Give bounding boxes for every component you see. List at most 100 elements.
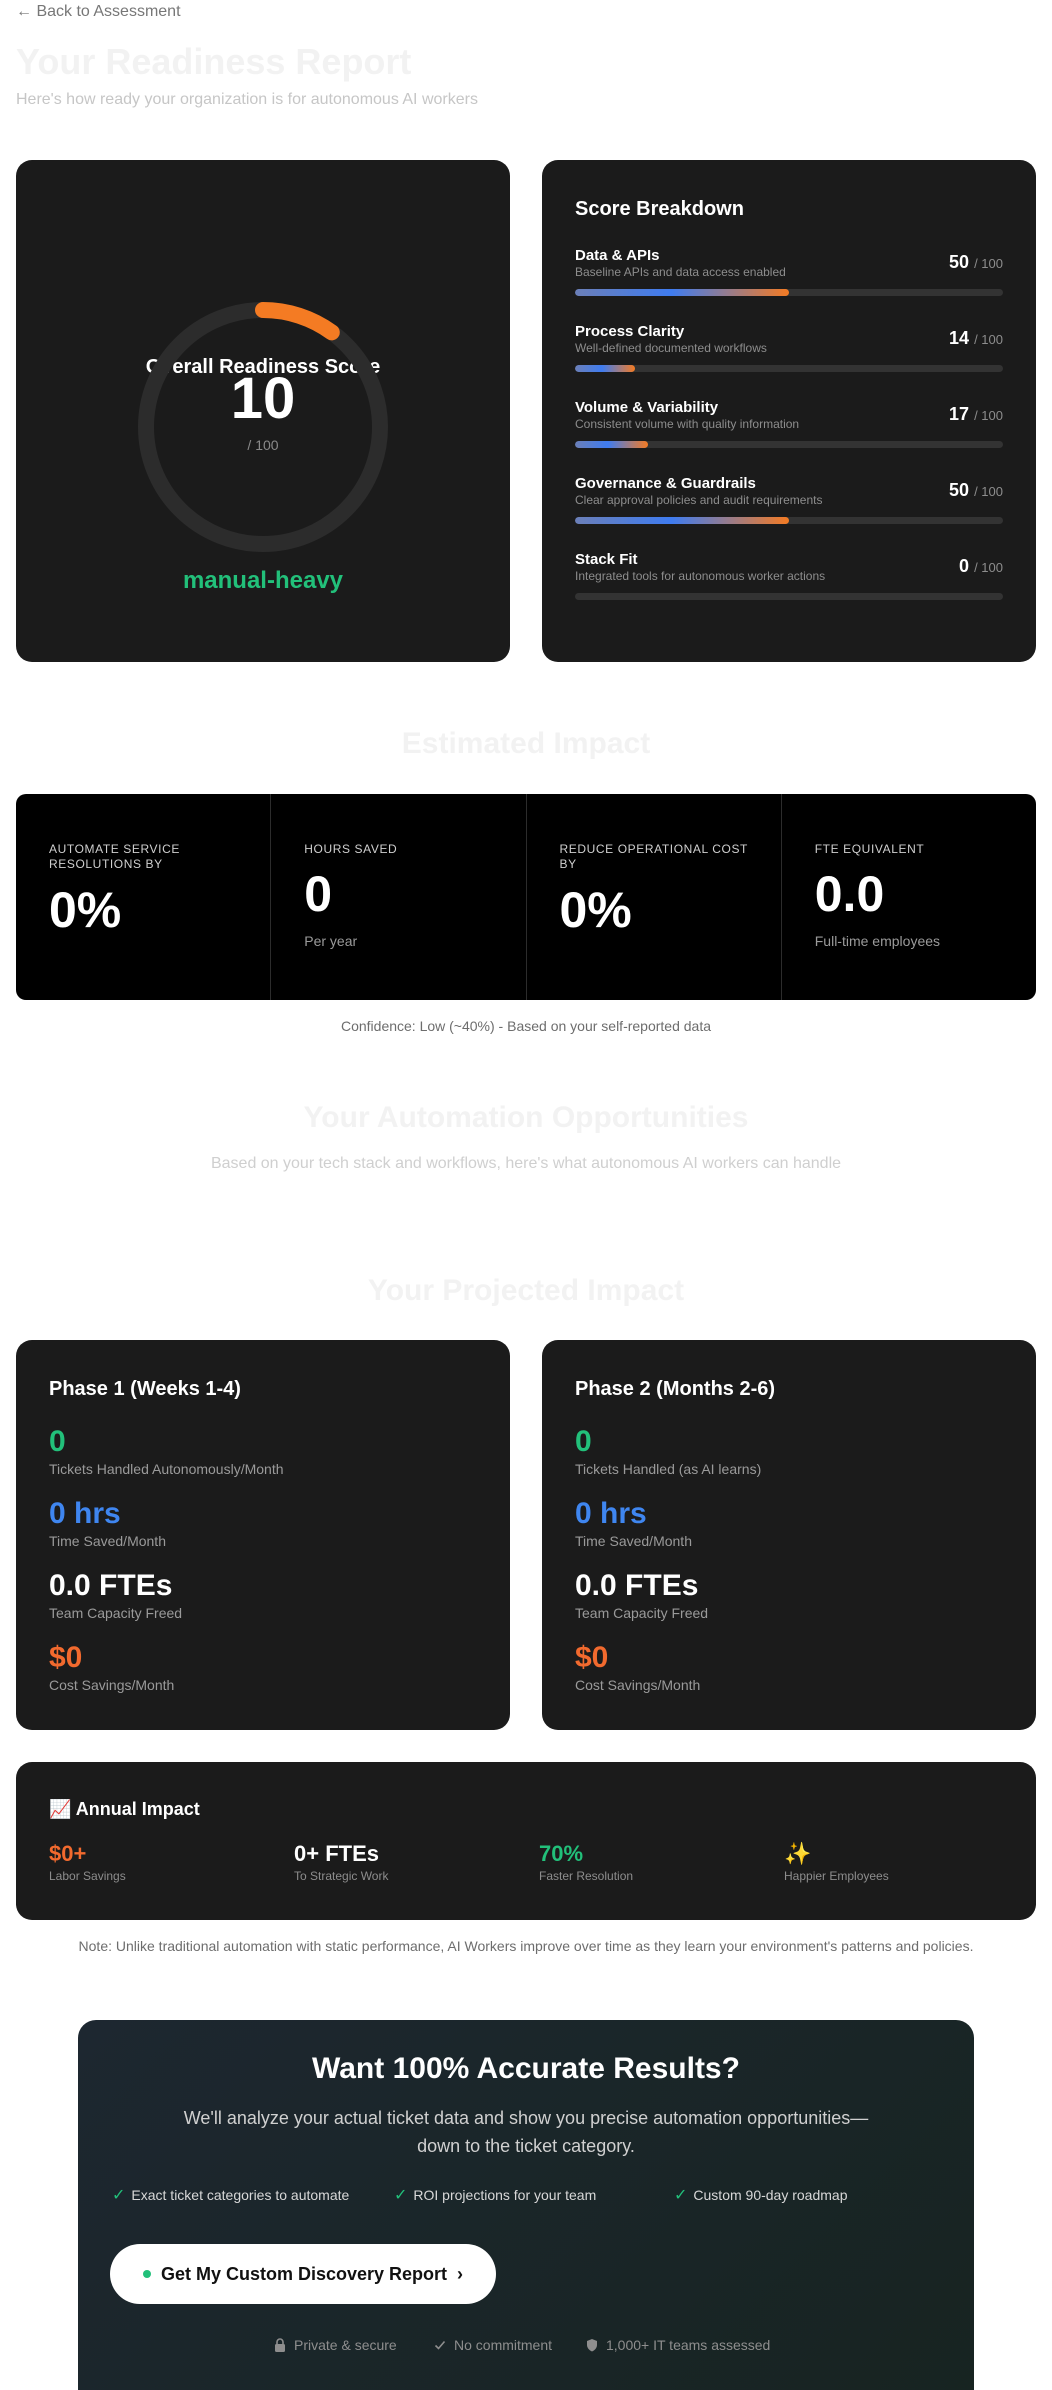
impact-cell-cost-reduction: Reduce operational cost by 0% [527, 794, 782, 1000]
annual-stat: 0+ FTEs To Strategic Work [294, 1840, 534, 1884]
breakdown-item: Process Clarity Well-defined documented … [575, 323, 1003, 383]
cta-check-item: ✓ Custom 90-day roadmap [674, 2187, 848, 2204]
breakdown-item: Volume & Variability Consistent volume w… [575, 399, 1003, 459]
annual-impact-title: 📈 Annual Impact [49, 1799, 200, 1819]
breakdown-item-score: 17 / 100 [949, 404, 1003, 424]
page-subtitle: Here's how ready your organization is fo… [16, 91, 478, 108]
projected-impact-heading: Your Projected Impact [367, 1274, 685, 1307]
breakdown-item: Stack Fit Integrated tools for autonomou… [575, 551, 1003, 611]
annual-stat-label: Happier Employees [784, 1869, 889, 1883]
impact-label: Reduce operational cost by [559, 842, 748, 871]
breakdown-progress-track [575, 365, 1003, 372]
impact-cell-fte: FTE equivalent 0.0 Full-time employees [782, 794, 1036, 1000]
metric-label: Time Saved/Month [575, 1533, 692, 1549]
annual-stat-value: $0+ [49, 1841, 87, 1866]
phase-metric: $0 Cost Savings/Month [49, 1640, 174, 1694]
automation-opportunities-heading: Your Automation Opportunities [303, 1101, 749, 1134]
breakdown-item-score: 50 / 100 [949, 252, 1003, 272]
overall-score-card: Overall Readiness Score 10 / 100 manual-… [16, 160, 510, 662]
breakdown-progress-track [575, 441, 1003, 448]
metric-label: Tickets Handled Autonomously/Month [49, 1461, 284, 1477]
metric-value: $0 [575, 1641, 609, 1674]
impact-strip: Automate service resolutions by 0% Hours… [16, 794, 1036, 1000]
breakdown-item-score: 0 / 100 [959, 556, 1003, 576]
phase-metric: 0 Tickets Handled Autonomously/Month [49, 1424, 284, 1478]
impact-value: 0% [49, 882, 122, 938]
breakdown-item-name: Governance & Guardrails [575, 475, 756, 492]
breakdown-item-desc: Baseline APIs and data access enabled [575, 265, 786, 279]
checkmark-icon: ✓ [674, 2187, 688, 2204]
breakdown-progress-fill [575, 441, 648, 448]
automation-opportunities-subtitle: Based on your tech stack and workflows, … [210, 1155, 842, 1172]
cta-title: Want 100% Accurate Results? [312, 2052, 740, 2085]
breakdown-progress-track [575, 289, 1003, 296]
metric-value: 0 hrs [575, 1497, 647, 1530]
check-icon [434, 2340, 446, 2350]
breakdown-progress-fill [575, 517, 789, 524]
metric-value: 0.0 FTEs [575, 1569, 699, 1602]
breakdown-item-name: Process Clarity [575, 323, 685, 340]
back-to-assessment-link[interactable]: ← Back to Assessment [16, 1, 181, 23]
breakdown-item-desc: Consistent volume with quality informati… [575, 417, 800, 431]
phase-metric: 0.0 FTEs Team Capacity Freed [49, 1568, 182, 1622]
phase-title: Phase 1 (Weeks 1-4) [49, 1378, 241, 1400]
metric-label: Cost Savings/Month [575, 1677, 701, 1693]
overall-score-max: / 100 [247, 437, 279, 453]
trust-item: Private & secure [274, 2336, 397, 2354]
metric-value: 0.0 FTEs [49, 1569, 173, 1602]
annual-stat: 70% Faster Resolution [539, 1840, 779, 1884]
breakdown-item-name: Data & APIs [575, 247, 660, 264]
shield-icon [587, 2339, 597, 2352]
breakdown-progress-fill [575, 365, 635, 372]
impact-label: Automate service resolutions by [49, 842, 180, 871]
annual-stat-label: To Strategic Work [294, 1869, 389, 1883]
phase-title: Phase 2 (Months 2-6) [575, 1378, 776, 1400]
estimated-impact-heading: Estimated Impact [401, 727, 651, 760]
impact-cell-automation: Automate service resolutions by 0% [16, 794, 272, 1000]
annual-stat-label: Labor Savings [49, 1869, 126, 1883]
page-title: Your Readiness Report [16, 41, 412, 82]
breakdown-item: Data & APIs Baseline APIs and data acces… [575, 247, 1003, 307]
impact-value: 0.0 [814, 866, 885, 922]
metric-label: Team Capacity Freed [49, 1605, 183, 1621]
phase-1-card: Phase 1 (Weeks 1-4) 0 Tickets Handled Au… [16, 1340, 510, 1730]
cta-description: We'll analyze your actual ticket data an… [183, 2108, 869, 2156]
status-dot-icon [142, 2270, 151, 2278]
phase-metric: 0 hrs Time Saved/Month [575, 1496, 692, 1550]
trust-item: No commitment [434, 2336, 552, 2354]
breakdown-item: Governance & Guardrails Clear approval p… [575, 475, 1003, 535]
annual-stat: $0+ Labor Savings [49, 1840, 289, 1884]
confidence-note: Confidence: Low (~40%) - Based on your s… [340, 1018, 712, 1034]
annual-stat-label: Faster Resolution [539, 1869, 634, 1883]
phase-metric: $0 Cost Savings/Month [575, 1640, 700, 1694]
metric-value: $0 [49, 1641, 83, 1674]
metric-label: Cost Savings/Month [49, 1677, 175, 1693]
phase-metric: 0.0 FTEs Team Capacity Freed [575, 1568, 708, 1622]
readiness-level: manual-heavy [182, 567, 344, 594]
breakdown-progress-track [575, 517, 1003, 524]
breakdown-item-score: 14 / 100 [949, 328, 1003, 348]
cta-check-item: ✓ ROI projections for your team [394, 2187, 597, 2204]
checkmark-icon: ✓ [394, 2187, 408, 2204]
impact-sub: Per year [304, 933, 358, 949]
breakdown-item-desc: Integrated tools for autonomous worker a… [575, 569, 826, 583]
trust-item: 1,000+ IT teams assessed [586, 2336, 770, 2354]
impact-sub: Full-time employees [814, 933, 941, 949]
metric-label: Time Saved/Month [49, 1533, 166, 1549]
metric-label: Tickets Handled (as AI learns) [575, 1461, 762, 1477]
get-discovery-report-button[interactable]: Get My Custom Discovery Report › [110, 2244, 496, 2304]
discovery-cta-panel: Want 100% Accurate Results? We'll analyz… [78, 2020, 974, 2390]
breakdown-progress-track [575, 593, 1003, 600]
metric-value: 0 [575, 1425, 592, 1458]
breakdown-item-score: 50 / 100 [949, 480, 1003, 500]
checkmark-icon: ✓ [112, 2187, 126, 2204]
improvement-note: Note: Unlike traditional automation with… [78, 1938, 974, 1954]
breakdown-item-desc: Clear approval policies and audit requir… [575, 493, 823, 507]
phase-metric: 0 hrs Time Saved/Month [49, 1496, 166, 1550]
impact-value: 0% [559, 882, 632, 938]
phase-2-card: Phase 2 (Months 2-6) 0 Tickets Handled (… [542, 1340, 1036, 1730]
annual-stat-value: 0+ FTEs [294, 1841, 379, 1866]
breakdown-item-name: Volume & Variability [575, 399, 719, 416]
metric-value: 0 hrs [49, 1497, 121, 1530]
annual-stat: ✨ Happier Employees [784, 1840, 1024, 1884]
